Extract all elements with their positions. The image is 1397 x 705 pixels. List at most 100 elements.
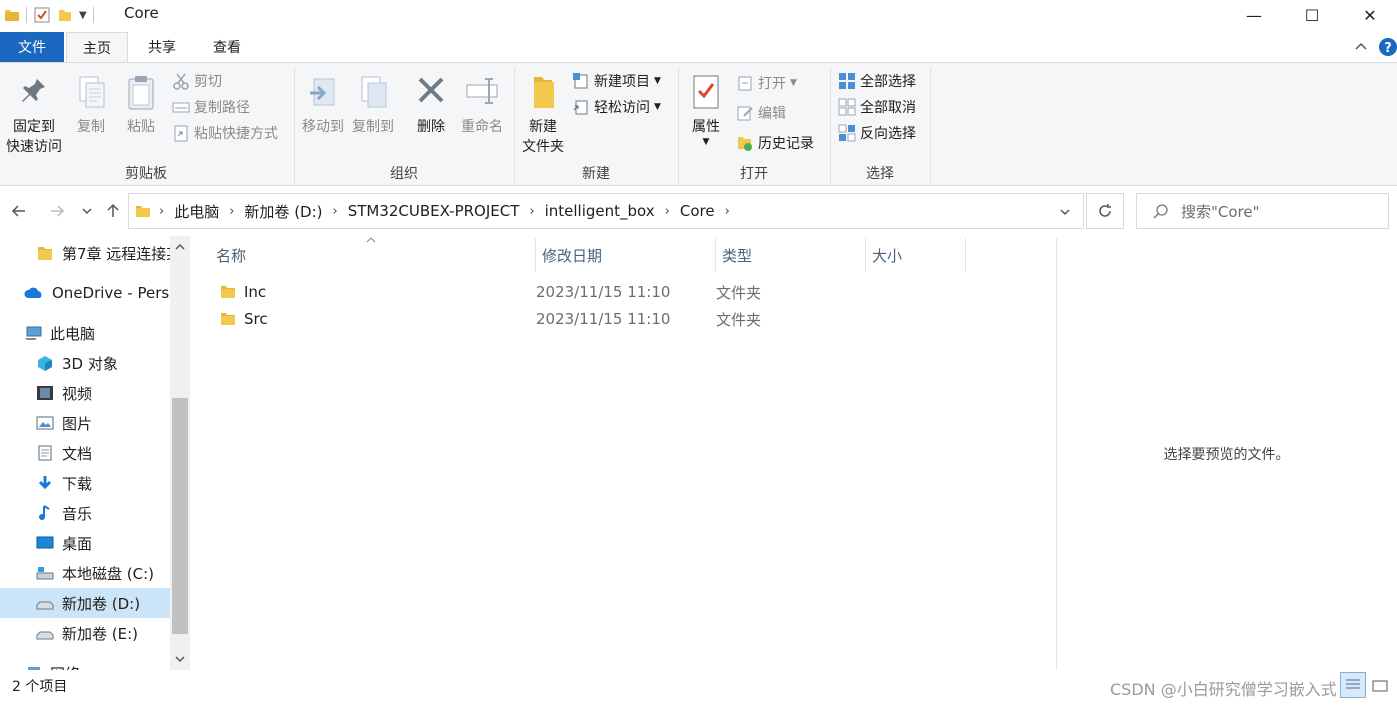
new-item-button[interactable]: 新建项目 ▼ xyxy=(572,69,661,93)
copy-to-button[interactable]: 复制到 xyxy=(350,73,396,137)
breadcrumb-separator-icon[interactable]: › xyxy=(529,204,534,219)
move-to-button[interactable]: 移动到 xyxy=(300,73,346,137)
select-all-label: 全部选择 xyxy=(860,74,916,90)
pin-icon xyxy=(22,79,45,102)
recent-locations-button[interactable] xyxy=(76,200,98,222)
back-button[interactable] xyxy=(8,200,30,222)
address-bar[interactable]: › 此电脑 › 新加卷 (D:) › STM32CUBEX-PROJECT › … xyxy=(128,193,1084,229)
qat-dropdown-icon[interactable]: ▼ xyxy=(79,10,87,21)
tab-file[interactable]: 文件 xyxy=(0,32,64,62)
preview-message: 选择要预览的文件。 xyxy=(1163,447,1290,463)
breadcrumb-separator-icon[interactable]: › xyxy=(725,204,730,219)
nav-item-music[interactable]: 音乐 xyxy=(0,498,170,528)
breadcrumb-separator-icon[interactable]: › xyxy=(333,204,338,219)
breadcrumb-separator-icon[interactable]: › xyxy=(665,204,670,219)
breadcrumb-project[interactable]: STM32CUBEX-PROJECT xyxy=(348,202,520,220)
nav-item-label: 3D 对象 xyxy=(62,354,118,373)
nav-item-label: 新加卷 (E:) xyxy=(62,624,139,643)
tab-share[interactable]: 共享 xyxy=(130,32,194,62)
column-header-type[interactable]: 类型 xyxy=(716,238,866,272)
column-header-date[interactable]: 修改日期 xyxy=(536,238,716,272)
nav-item-drive-d[interactable]: 新加卷 (D:) xyxy=(0,588,170,618)
open-button[interactable]: 打开 ▼ xyxy=(736,71,797,95)
nav-item-onedrive[interactable]: OneDrive - Perso xyxy=(0,278,170,308)
edit-button[interactable]: 编辑 xyxy=(736,101,786,125)
nav-item-3d-objects[interactable]: 3D 对象 xyxy=(0,348,170,378)
file-type: 文件夹 xyxy=(716,310,762,329)
cut-button[interactable]: 剪切 xyxy=(172,69,222,93)
breadcrumb-drive-d[interactable]: 新加卷 (D:) xyxy=(244,201,322,222)
nav-item-desktop[interactable]: 桌面 xyxy=(0,528,170,558)
minimize-button[interactable]: — xyxy=(1225,0,1283,30)
help-icon[interactable]: ? xyxy=(1378,37,1397,57)
paste-button[interactable]: 粘贴 xyxy=(120,73,162,137)
breadcrumb-core[interactable]: Core xyxy=(680,202,715,220)
paste-label: 粘贴 xyxy=(127,119,155,135)
invert-selection-button[interactable]: 反向选择 xyxy=(838,121,916,145)
column-header-size[interactable]: 大小 xyxy=(866,238,966,272)
select-none-icon xyxy=(838,98,856,116)
svg-text:?: ? xyxy=(1384,41,1392,56)
easy-access-dropdown-icon: ▼ xyxy=(654,102,661,112)
properties-icon xyxy=(693,75,719,109)
rename-button[interactable]: 重命名 xyxy=(456,73,508,137)
history-icon xyxy=(738,137,752,151)
properties-label: 属性 xyxy=(692,119,720,135)
nav-item-network[interactable]: 网络 xyxy=(0,658,170,670)
nav-item-drive-c[interactable]: 本地磁盘 (C:) xyxy=(0,558,170,588)
scroll-up-icon[interactable] xyxy=(174,242,186,252)
nav-item-this-pc[interactable]: 此电脑 xyxy=(0,318,170,348)
nav-item-chapter7[interactable]: 第7章 远程连接某 xyxy=(0,238,170,268)
nav-item-downloads[interactable]: 下载 xyxy=(0,468,170,498)
select-all-button[interactable]: 全部选择 xyxy=(838,69,916,93)
ribbon: 固定到 快速访问 复制 粘贴 剪切 复制路径 粘贴快捷方式 剪贴板 移动到 复制… xyxy=(0,62,1397,186)
large-icons-view-button[interactable] xyxy=(1370,676,1390,696)
properties-button[interactable]: 属性 ▼ xyxy=(684,73,728,147)
nav-item-pictures[interactable]: 图片 xyxy=(0,408,170,438)
search-input[interactable]: 搜索"Core" xyxy=(1136,193,1389,229)
delete-button[interactable]: 删除 xyxy=(410,73,452,137)
history-button[interactable]: 历史记录 xyxy=(736,131,814,155)
easy-access-icon xyxy=(573,100,588,115)
nav-item-documents[interactable]: 文档 xyxy=(0,438,170,468)
tab-view[interactable]: 查看 xyxy=(196,32,258,62)
breadcrumb-intelligent-box[interactable]: intelligent_box xyxy=(545,202,655,220)
tab-home[interactable]: 主页 xyxy=(66,32,128,62)
new-folder-button[interactable]: 新建 文件夹 xyxy=(518,73,568,157)
forward-button[interactable] xyxy=(46,200,68,222)
breadcrumb-separator-icon[interactable]: › xyxy=(159,204,164,219)
collapse-ribbon-icon[interactable] xyxy=(1354,40,1368,54)
new-folder-icon[interactable] xyxy=(57,7,73,23)
refresh-button[interactable] xyxy=(1086,193,1124,229)
copy-path-button[interactable]: 复制路径 xyxy=(172,95,250,119)
breadcrumb-separator-icon[interactable]: › xyxy=(229,204,234,219)
paste-shortcut-button[interactable]: 粘贴快捷方式 xyxy=(172,121,278,145)
nav-item-drive-e[interactable]: 新加卷 (E:) xyxy=(0,618,170,648)
easy-access-button[interactable]: 轻松访问 ▼ xyxy=(572,95,661,119)
new-item-label: 新建项目 xyxy=(594,74,650,90)
details-view-button[interactable] xyxy=(1340,672,1366,698)
scroll-down-icon[interactable] xyxy=(174,654,186,664)
column-header-name[interactable]: 名称 xyxy=(210,238,536,272)
table-row[interactable]: Inc 2023/11/15 11:10 文件夹 xyxy=(212,279,972,305)
address-history-dropdown-icon[interactable] xyxy=(1059,206,1071,218)
watermark: CSDN @小白研究僧学习嵌入式 xyxy=(1110,680,1337,699)
nav-scrollbar-thumb[interactable] xyxy=(172,398,188,634)
nav-item-videos[interactable]: 视频 xyxy=(0,378,170,408)
properties-icon[interactable] xyxy=(33,6,51,24)
breadcrumb-this-pc[interactable]: 此电脑 xyxy=(174,201,219,222)
file-name-cell: Src xyxy=(212,310,536,328)
select-none-button[interactable]: 全部取消 xyxy=(838,95,916,119)
nav-item-label: 第7章 远程连接某 xyxy=(62,244,170,263)
table-row[interactable]: Src 2023/11/15 11:10 文件夹 xyxy=(212,306,972,332)
maximize-button[interactable]: ☐ xyxy=(1283,0,1341,30)
paste-shortcut-label: 粘贴快捷方式 xyxy=(194,126,278,142)
paste-shortcut-icon xyxy=(174,125,188,142)
close-button[interactable]: ✕ xyxy=(1341,0,1397,30)
navigation-pane: 第7章 远程连接某 OneDrive - Perso 此电脑 3D 对象 视频 … xyxy=(0,236,190,670)
up-button[interactable] xyxy=(102,200,124,222)
move-to-label: 移动到 xyxy=(302,119,344,135)
pin-quick-access-button[interactable]: 固定到 快速访问 xyxy=(2,73,66,157)
copy-button[interactable]: 复制 xyxy=(70,73,112,137)
up-arrow-icon xyxy=(107,203,119,217)
